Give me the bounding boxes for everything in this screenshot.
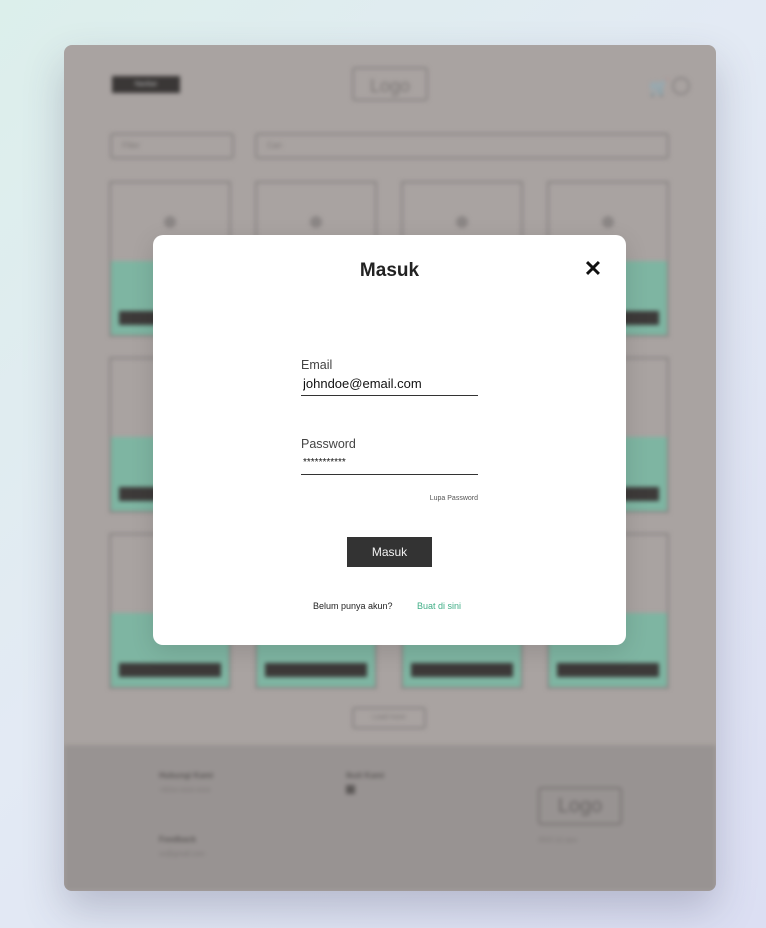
modal-title: Masuk bbox=[359, 260, 420, 281]
password-field[interactable] bbox=[301, 453, 478, 475]
email-label: Email bbox=[301, 358, 333, 372]
footer-contact-title: Hubungi Kami bbox=[159, 771, 214, 780]
email-field[interactable] bbox=[301, 374, 478, 396]
footer-contact-phone: +62xx-xxxx-xxxx bbox=[159, 787, 211, 794]
login-button[interactable]: Masuk bbox=[347, 537, 432, 567]
footer-logo: Logo bbox=[538, 787, 622, 825]
signup-prompt: Belum punya akun? bbox=[313, 601, 393, 611]
close-icon[interactable]: ✕ bbox=[581, 257, 605, 281]
filter-input: Filter bbox=[110, 133, 234, 159]
cart-icon: 🛒 bbox=[649, 80, 669, 97]
footer-follow-title: Ikuti Kami bbox=[346, 771, 385, 780]
search-input: Cari bbox=[255, 133, 669, 159]
instagram-icon bbox=[346, 785, 355, 794]
footer-feedback-title: Feedback bbox=[159, 835, 196, 844]
user-icon bbox=[672, 77, 690, 95]
header-logo: Logo bbox=[352, 67, 428, 101]
signup-link[interactable]: Buat di sini bbox=[417, 601, 461, 611]
forgot-password-link[interactable]: Lupa Password bbox=[397, 495, 478, 502]
navbar-badge: Navbar bbox=[112, 76, 180, 93]
password-label: Password bbox=[301, 437, 356, 451]
login-modal: Masuk ✕ Email Password Lupa Password Mas… bbox=[153, 235, 626, 645]
footer-feedback-email: xx@gmail.com bbox=[159, 851, 206, 858]
load-more-button: Load more bbox=[352, 707, 426, 729]
footer-copyright: 2022 (c) quu bbox=[538, 837, 578, 844]
